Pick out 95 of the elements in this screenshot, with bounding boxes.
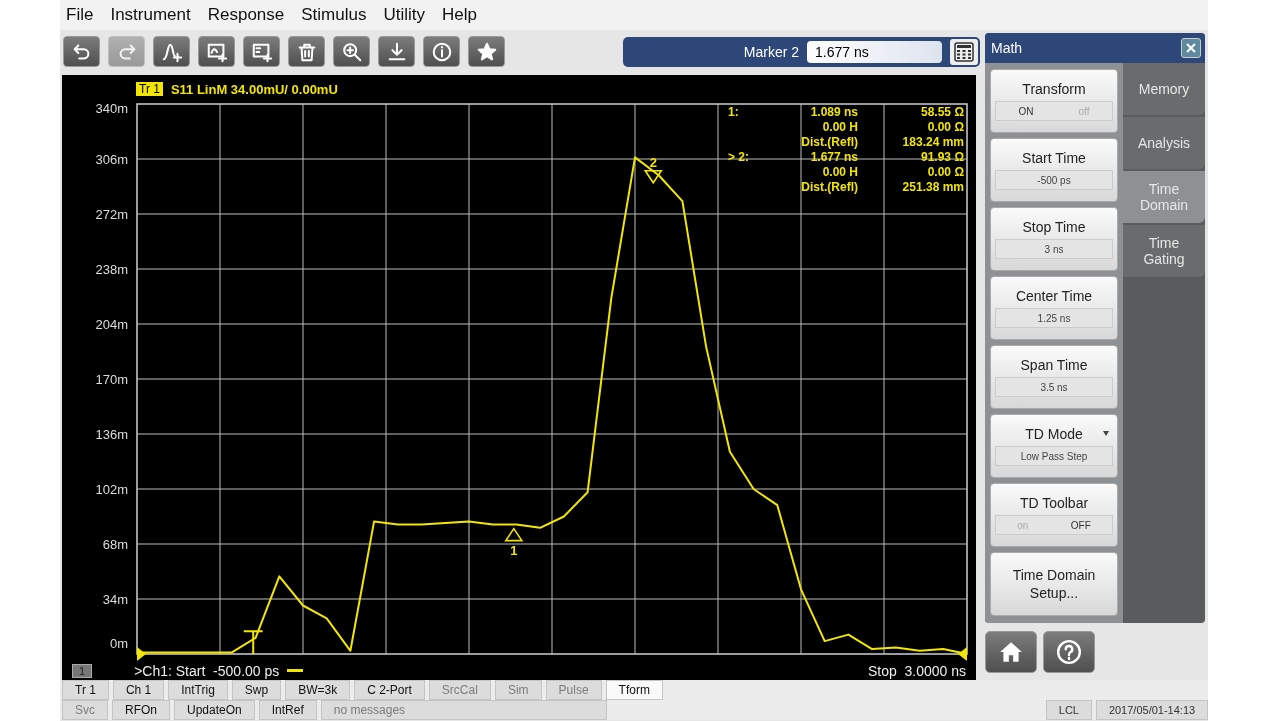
marker-readout-value: 0.00 H: [821, 165, 858, 180]
status-item[interactable]: Swp: [231, 680, 282, 700]
marker-label: Marker 2: [743, 43, 799, 60]
y-tick-label: 34m: [102, 592, 128, 607]
trigger-marker-icon: [242, 630, 264, 655]
softkey[interactable]: TD Mode Low Pass Step: [990, 414, 1118, 478]
close-icon: [1185, 42, 1197, 54]
marker-readout-value: 1.089 ns: [809, 105, 858, 120]
y-tick-label: 272m: [95, 207, 128, 222]
panel-title: Math: [991, 40, 1023, 56]
y-tick-label: 204m: [95, 317, 128, 332]
y-tick-label: 0m: [109, 636, 128, 651]
menu-item[interactable]: Help: [442, 5, 477, 25]
date-time: 2017/05/01-14:13: [1096, 700, 1208, 720]
marker-readout-label: > 2:: [727, 150, 750, 166]
marker-readout-label: 1:: [727, 105, 740, 121]
info-icon: [430, 40, 453, 63]
caret-icon: [1103, 431, 1109, 436]
marker-readout-value: 183.24 mm: [901, 135, 965, 150]
marker-readout-value: 1.677 ns: [809, 150, 858, 165]
panel-tab[interactable]: Time Gating: [1123, 225, 1205, 277]
keypad-icon: [954, 41, 974, 62]
menu-item[interactable]: Stimulus: [301, 5, 367, 25]
info-button[interactable]: [423, 36, 460, 67]
reference-marker-icon: [958, 647, 967, 661]
status-item[interactable]: IntTrig: [168, 680, 228, 700]
marker-readout-value: 0.00 Ω: [926, 120, 965, 135]
softkey[interactable]: Start Time -500 ps: [990, 138, 1118, 202]
status-item[interactable]: Tr 1: [62, 680, 109, 700]
marker-value-field[interactable]: 1.677 ns: [807, 40, 942, 63]
close-button[interactable]: [1181, 38, 1201, 58]
download-button[interactable]: [378, 36, 415, 67]
marker-readout-value: Dist.(Refl): [800, 135, 858, 150]
menu-item[interactable]: Utility: [383, 5, 426, 25]
add-trace-button[interactable]: [153, 36, 190, 67]
trace-legend-icon: [287, 669, 304, 672]
menu-item[interactable]: Response: [207, 5, 285, 25]
reference-marker-icon: [137, 647, 146, 661]
add-channel-button[interactable]: [243, 36, 280, 67]
star-button[interactable]: [468, 36, 505, 67]
setup-button[interactable]: Time Domain Setup...: [990, 552, 1118, 616]
panel-tab[interactable]: Memory: [1123, 63, 1205, 115]
trash-button[interactable]: [288, 36, 325, 67]
y-tick-label: 136m: [95, 427, 128, 442]
marker-readout-value: Dist.(Refl): [800, 180, 858, 195]
marker-number: 1: [510, 542, 518, 558]
status-item[interactable]: Ch 1: [112, 680, 165, 700]
start-label: >Ch1: Start -500.00 ps: [134, 662, 280, 679]
marker-triangle-icon: [504, 527, 524, 542]
add-window-button[interactable]: [198, 36, 235, 67]
marker-number: 2: [649, 154, 657, 170]
softkey-value: 3 ns: [995, 239, 1113, 259]
keypad-button[interactable]: [950, 38, 978, 65]
help-button[interactable]: [1043, 631, 1095, 673]
marker-readout-value: 0.00 Ω: [926, 165, 965, 180]
y-tick-label: 306m: [95, 152, 128, 167]
marker-readout-value: 91.93 Ω: [920, 150, 965, 165]
undo-button[interactable]: [63, 36, 100, 67]
marker-triangle-icon: [643, 169, 663, 185]
status-item[interactable]: BW=3k: [285, 680, 351, 700]
marker-readout-value: 0.00 H: [821, 120, 858, 135]
softkey-value: 3.5 ns: [995, 377, 1113, 397]
y-tick-label: 238m: [95, 262, 128, 277]
softkey-value: Low Pass Step: [995, 446, 1113, 466]
marker-readout-value: 251.38 mm: [901, 180, 965, 195]
status-item[interactable]: RFOn: [112, 700, 171, 720]
y-tick-label: 102m: [95, 482, 128, 497]
menu-item[interactable]: File: [66, 5, 94, 25]
softkey-value: -500 ps: [995, 170, 1113, 190]
status-item[interactable]: IntRef: [258, 700, 317, 720]
status-item: LCL: [1045, 700, 1092, 720]
home-button[interactable]: [985, 631, 1037, 673]
marker-readout-value: 58.55 Ω: [920, 105, 965, 120]
y-tick-label: 340m: [95, 101, 128, 116]
menu-item[interactable]: Instrument: [110, 5, 191, 25]
y-tick-label: 170m: [95, 372, 128, 387]
help-icon: [1056, 639, 1082, 665]
status-item[interactable]: UpdateOn: [174, 700, 255, 720]
softkey[interactable]: Stop Time 3 ns: [990, 207, 1118, 271]
softkey-value: 1.25 ns: [995, 308, 1113, 328]
panel-tab[interactable]: Analysis: [1123, 117, 1205, 169]
toggle-option[interactable]: OFF: [1070, 519, 1091, 531]
channel-badge[interactable]: 1: [72, 663, 93, 678]
zoom-icon: [340, 40, 363, 63]
zoom-button[interactable]: [333, 36, 370, 67]
softkey[interactable]: Center Time 1.25 ns: [990, 276, 1118, 340]
status-item[interactable]: C 2-Port: [354, 680, 425, 700]
status-item[interactable]: Tform: [605, 680, 663, 700]
softkey[interactable]: Span Time 3.5 ns: [990, 345, 1118, 409]
star-icon: [475, 40, 498, 63]
stop-label: Stop 3.0000 ns: [867, 662, 966, 679]
trace-badge[interactable]: Tr 1: [136, 82, 163, 96]
toggle-option[interactable]: ON: [1018, 105, 1034, 117]
y-tick-label: 68m: [102, 537, 128, 552]
trace-settings: S11 LinM 34.00mU/ 0.00mU: [170, 81, 338, 97]
